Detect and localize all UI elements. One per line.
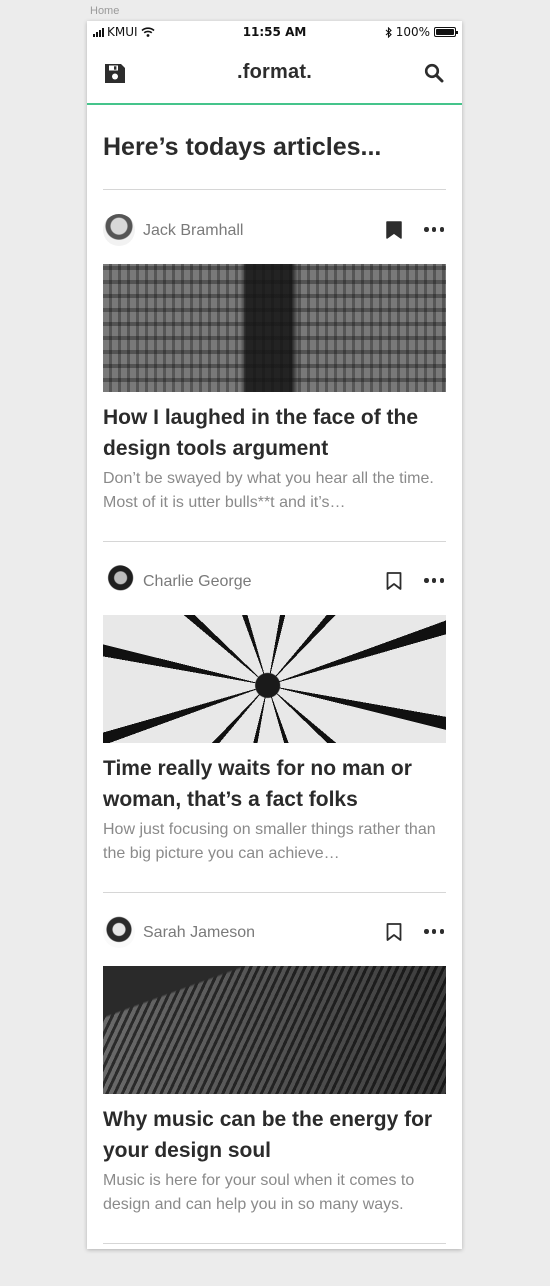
- avatar[interactable]: [103, 565, 135, 597]
- author-name[interactable]: Charlie George: [143, 573, 252, 591]
- divider: [103, 892, 446, 893]
- status-right: 100%: [385, 25, 458, 39]
- bookmark-icon[interactable]: [386, 923, 402, 941]
- author-row: Charlie George: [103, 565, 446, 597]
- search-icon[interactable]: [424, 63, 444, 83]
- more-options-icon[interactable]: [424, 227, 444, 233]
- avatar[interactable]: [103, 916, 135, 948]
- article-card[interactable]: Sarah Jameson Why music can be the energ…: [103, 916, 446, 1246]
- page-title: Here’s todays articles...: [103, 133, 382, 161]
- battery-icon: [434, 27, 458, 37]
- divider: [103, 189, 446, 190]
- divider: [103, 1243, 446, 1244]
- author-row: Jack Bramhall: [103, 214, 446, 246]
- article-title[interactable]: Why music can be the energy for your des…: [103, 1104, 446, 1166]
- author-row: Sarah Jameson: [103, 916, 446, 948]
- author-name[interactable]: Sarah Jameson: [143, 924, 255, 942]
- app-title: .format.: [237, 61, 312, 83]
- nav-bar: .format.: [87, 43, 462, 105]
- bookmark-filled-icon[interactable]: [386, 221, 402, 239]
- article-title[interactable]: How I laughed in the face of the design …: [103, 402, 446, 464]
- bookmark-icon[interactable]: [386, 572, 402, 590]
- status-bar: KMUI 11:55 AM 100%: [87, 21, 462, 43]
- article-excerpt: How just focusing on smaller things rath…: [103, 821, 436, 862]
- battery-percent: 100%: [395, 25, 430, 39]
- bluetooth-icon: [385, 26, 392, 38]
- more-options-icon[interactable]: [424, 929, 444, 935]
- article-image[interactable]: [103, 615, 446, 743]
- article-excerpt: Don’t be swayed by what you hear all the…: [103, 470, 434, 511]
- author-name[interactable]: Jack Bramhall: [143, 222, 243, 240]
- avatar[interactable]: [103, 214, 135, 246]
- artboard-label: Home: [90, 5, 120, 17]
- phone-screen: KMUI 11:55 AM 100% .format. Here’s today…: [87, 21, 462, 1249]
- article-image[interactable]: [103, 264, 446, 392]
- more-options-icon[interactable]: [424, 578, 444, 584]
- article-excerpt: Music is here for your soul when it come…: [103, 1172, 415, 1213]
- article-title[interactable]: Time really waits for no man or woman, t…: [103, 753, 446, 815]
- article-card[interactable]: Charlie George Time really waits for no …: [103, 565, 446, 895]
- divider: [103, 541, 446, 542]
- article-card[interactable]: Jack Bramhall How I laughed in the face …: [103, 214, 446, 544]
- article-image[interactable]: [103, 966, 446, 1094]
